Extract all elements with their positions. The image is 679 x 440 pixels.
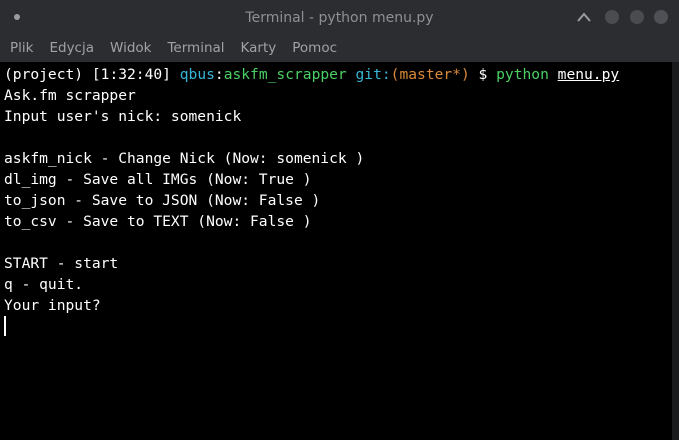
prompt-time: [1:32:40] (91, 66, 171, 83)
prompt-branch: (master*) (390, 66, 470, 83)
menu-item-pomoc[interactable]: Pomoc (288, 38, 343, 58)
menu-item-widok[interactable]: Widok (106, 38, 157, 58)
prompt-arg: menu.py (557, 66, 620, 83)
prompt-symbol: $ (478, 66, 488, 83)
prompt-git-label: git: (355, 66, 391, 83)
prompt-line: (project) [1:32:40] qbus:askfm_scrapper … (4, 64, 619, 85)
output-line: askfm_nick - Change Nick (Now: somenick … (4, 150, 365, 167)
scrollbar[interactable] (672, 62, 679, 440)
menu-item-terminal[interactable]: Terminal (163, 38, 230, 58)
output-line: dl_img - Save all IMGs (Now: True ) (4, 171, 312, 188)
prompt-path: askfm_scrapper (223, 66, 347, 83)
menu-item-edycja[interactable]: Edycja (45, 38, 100, 58)
output-line: Input user's nick: somenick (4, 108, 242, 125)
maximize-button[interactable] (630, 10, 644, 24)
terminal-output[interactable]: (project) [1:32:40] qbus:askfm_scrapper … (0, 62, 672, 440)
output-line: Ask.fm scrapper (4, 87, 136, 104)
output-line: to_json - Save to JSON (Now: False ) (4, 192, 321, 209)
prompt-user: qbus (179, 66, 215, 83)
minimize-button[interactable] (605, 10, 619, 24)
close-button[interactable] (654, 10, 668, 24)
menu-item-karty[interactable]: Karty (237, 38, 283, 58)
menu-bar: Plik Edycja Widok Terminal Karty Pomoc (0, 34, 679, 62)
output-line: q - quit. (4, 276, 84, 293)
output-line: Your input? (4, 297, 101, 314)
output-line: START - start (4, 255, 119, 272)
prompt-colon: : (214, 66, 224, 83)
restore-icon[interactable] (577, 11, 591, 23)
menu-item-plik[interactable]: Plik (6, 38, 39, 58)
text-cursor (4, 316, 6, 336)
output-line: to_csv - Save to TEXT (Now: False ) (4, 213, 312, 230)
prompt-command: python (496, 66, 549, 83)
terminal-window: Terminal - python menu.py Plik Edycja Wi… (0, 0, 679, 440)
title-bar[interactable]: Terminal - python menu.py (0, 0, 679, 34)
prompt-env: (project) (4, 66, 84, 83)
